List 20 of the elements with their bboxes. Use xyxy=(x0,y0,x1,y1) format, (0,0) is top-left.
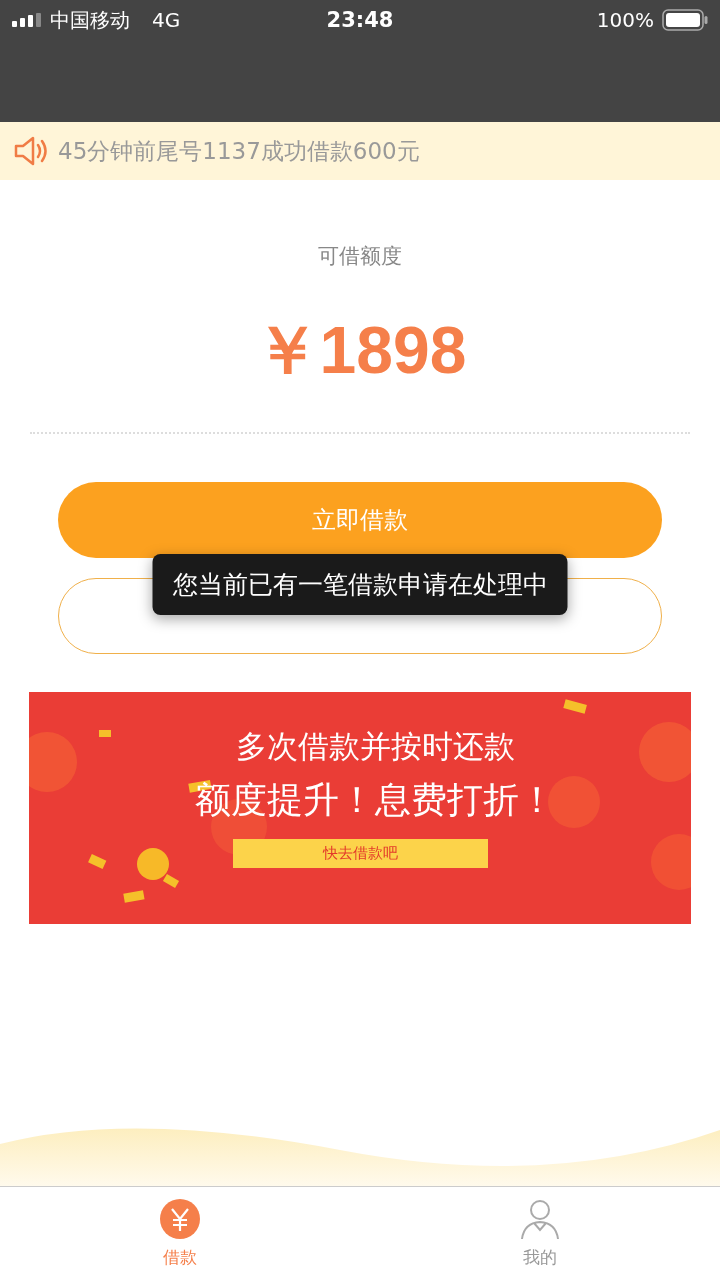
credit-label: 可借额度 xyxy=(318,243,402,270)
notice-text: 45分钟前尾号1137成功借款600元 xyxy=(58,136,420,166)
promo-banner[interactable]: 多次借款并按时还款 额度提升！息费打折！ 快去借款吧 xyxy=(29,692,691,924)
credit-amount: ￥1898 xyxy=(253,312,467,389)
yen-icon xyxy=(159,1198,201,1240)
banner-headline: 多次借款并按时还款 xyxy=(235,727,515,766)
tab-item[interactable]: 我的 xyxy=(360,1187,720,1280)
battery-icon xyxy=(662,9,708,31)
signal-icon xyxy=(12,13,42,27)
borrow-button[interactable]: 立即借款 xyxy=(58,482,662,558)
battery-percent: 100% xyxy=(596,8,654,32)
speaker-icon xyxy=(14,135,48,167)
toast-message: 您当前已有一笔借款申请在处理中 xyxy=(152,554,568,615)
person-icon xyxy=(520,1198,560,1240)
network-type: 4G xyxy=(152,8,181,32)
tab-item[interactable]: 借款 xyxy=(0,1187,360,1280)
ribbon-label: 快去借款吧 xyxy=(232,839,488,868)
banner-slogan: 额度提升！息费打折！ xyxy=(195,778,555,822)
carrier-name: 中国移动 xyxy=(50,6,130,34)
clock-time: 23:48 xyxy=(326,8,394,32)
